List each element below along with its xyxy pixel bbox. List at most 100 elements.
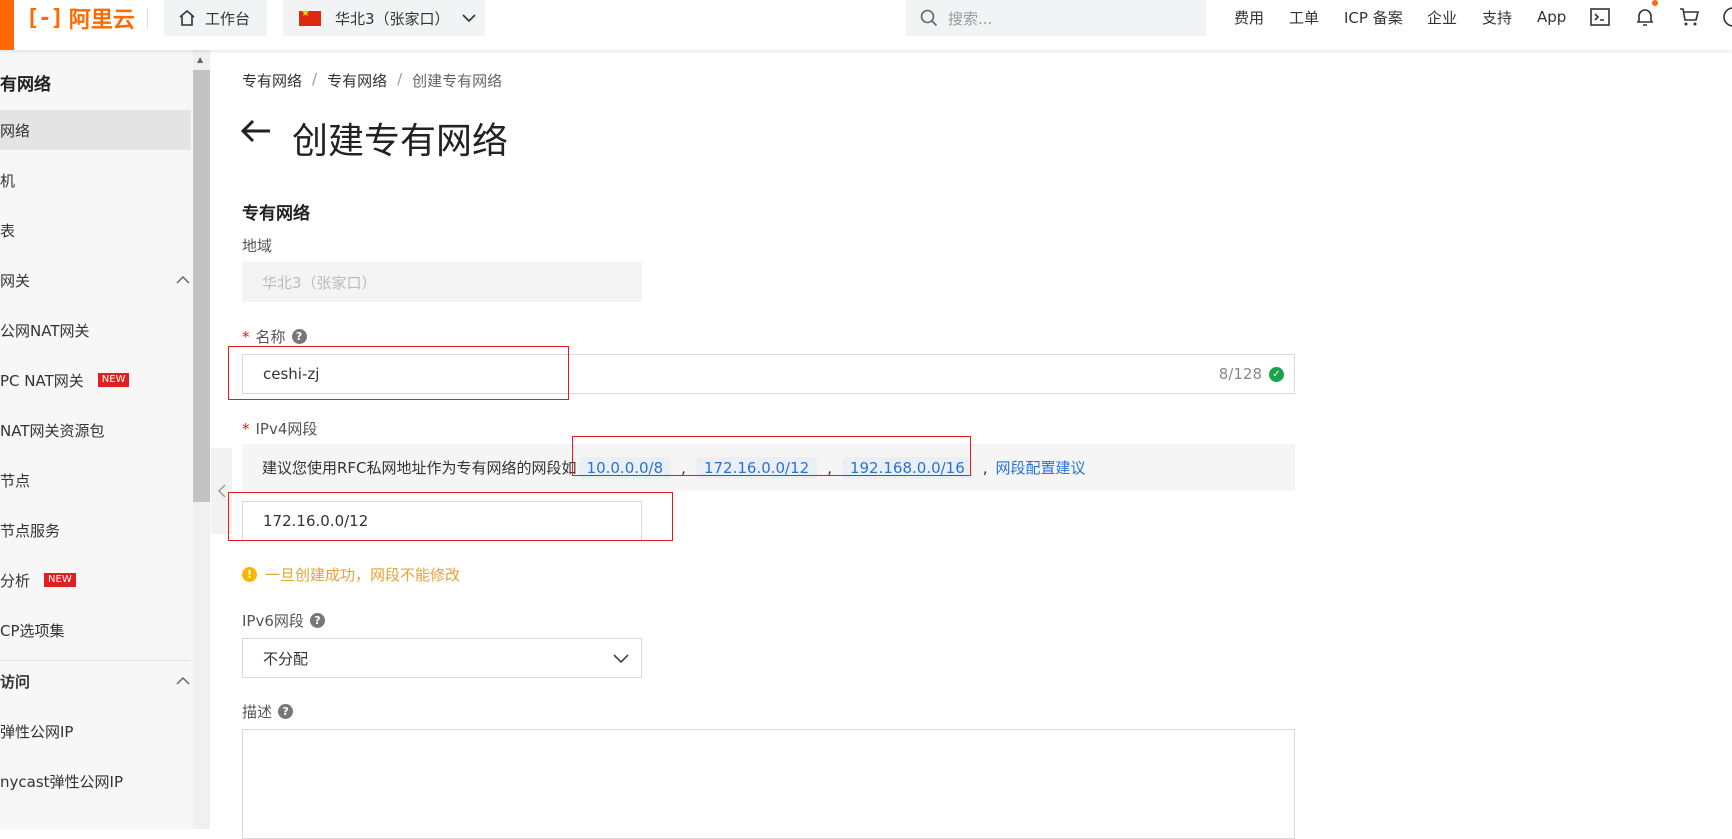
ipv4-field-label: * IPv4网段 xyxy=(242,418,317,439)
china-flag-icon xyxy=(299,8,321,26)
sidebar-item-vpc-nat[interactable]: PC NAT网关 NEW xyxy=(0,360,191,400)
ipv6-select[interactable]: 不分配 xyxy=(242,638,642,678)
back-arrow-icon[interactable] xyxy=(240,118,272,144)
top-bar: [-] 阿里云 工作台 华北3（张家口） 搜索... 费用 工单 ICP 备案 … xyxy=(0,0,1732,50)
highlight-box-suggestions xyxy=(572,436,971,476)
char-counter: 8/128 xyxy=(1218,365,1262,383)
search-icon xyxy=(920,9,938,27)
notification-dot xyxy=(1652,0,1658,6)
nav-icp[interactable]: ICP 备案 xyxy=(1344,0,1403,34)
scroll-up-arrow-icon[interactable]: ▲ xyxy=(197,55,203,64)
required-marker: * xyxy=(242,419,250,438)
sidebar-item-vpc[interactable]: 网络 xyxy=(0,110,191,150)
check-circle-icon: ✓ xyxy=(1269,366,1284,382)
warning-text: 一旦创建成功，网段不能修改 xyxy=(265,566,461,584)
chevron-down-icon xyxy=(613,654,629,664)
sidebar-item-public-nat[interactable]: 公网NAT网关 xyxy=(0,310,191,350)
cart-icon[interactable] xyxy=(1678,6,1700,28)
sidebar-item-label: CP选项集 xyxy=(0,621,65,640)
new-badge: NEW xyxy=(97,373,130,387)
search-input[interactable]: 搜索... xyxy=(906,0,1206,36)
nav-app[interactable]: App xyxy=(1537,0,1566,34)
nav-support[interactable]: 支持 xyxy=(1482,0,1512,34)
name-field-label: * 名称 ? xyxy=(242,326,307,347)
sidebar-group-nat[interactable]: 网关 xyxy=(0,260,191,300)
sidebar-item-label: 节点服务 xyxy=(0,521,61,540)
breadcrumb-separator: / xyxy=(312,70,318,88)
chevron-down-icon xyxy=(461,14,476,23)
hint-text: 建议您使用RFC私网地址作为专有网络的网段如 xyxy=(262,459,577,477)
sidebar-item-label: 表 xyxy=(0,221,16,240)
scrollbar-thumb[interactable] xyxy=(193,70,210,502)
nav-enterprise[interactable]: 企业 xyxy=(1427,0,1457,34)
label-text: 名称 xyxy=(255,328,286,346)
ipv6-select-value: 不分配 xyxy=(263,649,309,668)
sidebar-item-label: 节点 xyxy=(0,471,31,490)
sidebar-item-eip[interactable]: 弹性公网IP xyxy=(0,711,191,751)
sidebar-item-nat-package[interactable]: NAT网关资源包 xyxy=(0,410,191,450)
sidebar-item-analysis[interactable]: 分析 NEW xyxy=(0,560,191,600)
sidebar-item-label: 分析 xyxy=(0,571,31,590)
breadcrumb: 专有网络 / 专有网络 / 创建专有网络 xyxy=(242,70,502,91)
aliyun-logo[interactable]: [-] 阿里云 xyxy=(26,2,135,34)
sidebar-item-route-host[interactable]: 机 xyxy=(0,160,191,200)
region-field-label: 地域 xyxy=(242,235,272,256)
sidebar-group-access[interactable]: 访问 xyxy=(0,661,191,701)
region-selector[interactable]: 华北3（张家口） xyxy=(283,0,485,36)
sidebar-item-label: 网络 xyxy=(0,121,31,140)
workbench-label: 工作台 xyxy=(205,9,251,28)
breadcrumb-item[interactable]: 专有网络 xyxy=(242,70,302,91)
nav-fees[interactable]: 费用 xyxy=(1234,0,1264,34)
sidebar-item-label: NAT网关资源包 xyxy=(0,421,105,440)
search-placeholder: 搜索... xyxy=(948,9,993,28)
region-field: 华北3（张家口） xyxy=(242,262,642,302)
home-icon xyxy=(179,9,195,26)
nav-tickets[interactable]: 工单 xyxy=(1289,0,1319,34)
label-text: IPv6网段 xyxy=(242,612,304,630)
section-title: 专有网络 xyxy=(242,204,310,224)
help-icon[interactable]: ? xyxy=(278,704,294,719)
description-field-label: 描述 ? xyxy=(242,701,294,722)
sidebar-item-label: 弹性公网IP xyxy=(0,722,74,741)
warning-icon: ! xyxy=(242,567,257,582)
page-title: 创建专有网络 xyxy=(292,121,509,162)
highlight-box-name xyxy=(228,346,569,400)
breadcrumb-current: 创建专有网络 xyxy=(412,72,503,90)
logo-accent-bar xyxy=(0,0,14,50)
bell-icon[interactable] xyxy=(1634,6,1656,28)
required-marker: * xyxy=(242,327,250,346)
label-text: 描述 xyxy=(242,703,273,721)
sidebar-item-route-table[interactable]: 表 xyxy=(0,210,191,250)
sidebar-item-label: 网关 xyxy=(0,271,31,290)
region-label: 华北3（张家口） xyxy=(335,9,450,28)
sidebar-item-label: 访问 xyxy=(0,672,31,691)
sidebar: 有网络 网络 机 表 网关 公网NAT网关 PC NAT网关 NEW NAT网关… xyxy=(0,50,193,829)
highlight-box-ipv4 xyxy=(228,492,673,541)
separator: , xyxy=(982,458,988,477)
sidebar-item-label: 公网NAT网关 xyxy=(0,321,90,340)
help-icon[interactable]: ? xyxy=(309,613,325,628)
label-text: IPv4网段 xyxy=(255,420,318,438)
ipv4-warning: ! 一旦创建成功，网段不能修改 xyxy=(242,564,460,585)
sidebar-title: 有网络 xyxy=(0,75,51,95)
chevron-up-icon xyxy=(176,275,190,284)
terminal-icon[interactable] xyxy=(1589,6,1611,28)
sidebar-item-dhcp[interactable]: CP选项集 xyxy=(0,610,191,650)
sidebar-item-node-service[interactable]: 节点服务 xyxy=(0,510,191,550)
sidebar-item-anycast-eip[interactable]: nycast弹性公网IP xyxy=(0,761,191,801)
breadcrumb-item[interactable]: 专有网络 xyxy=(327,70,387,91)
workbench-button[interactable]: 工作台 xyxy=(164,0,267,36)
ipv6-field-label: IPv6网段 ? xyxy=(242,610,325,631)
sidebar-item-label: PC NAT网关 xyxy=(0,371,84,390)
logo-text: 阿里云 xyxy=(68,8,135,33)
sidebar-item-node[interactable]: 节点 xyxy=(0,460,191,500)
help-icon[interactable]: ? xyxy=(291,329,307,344)
help-icon[interactable] xyxy=(1722,6,1732,28)
sidebar-item-label: nycast弹性公网IP xyxy=(0,772,123,791)
new-badge: NEW xyxy=(44,573,76,587)
cidr-config-advice-link[interactable]: 网段配置建议 xyxy=(996,457,1086,478)
chevron-up-icon xyxy=(176,676,190,685)
chevron-left-icon xyxy=(217,484,226,498)
breadcrumb-separator: / xyxy=(397,70,403,88)
description-textarea[interactable] xyxy=(242,729,1295,839)
